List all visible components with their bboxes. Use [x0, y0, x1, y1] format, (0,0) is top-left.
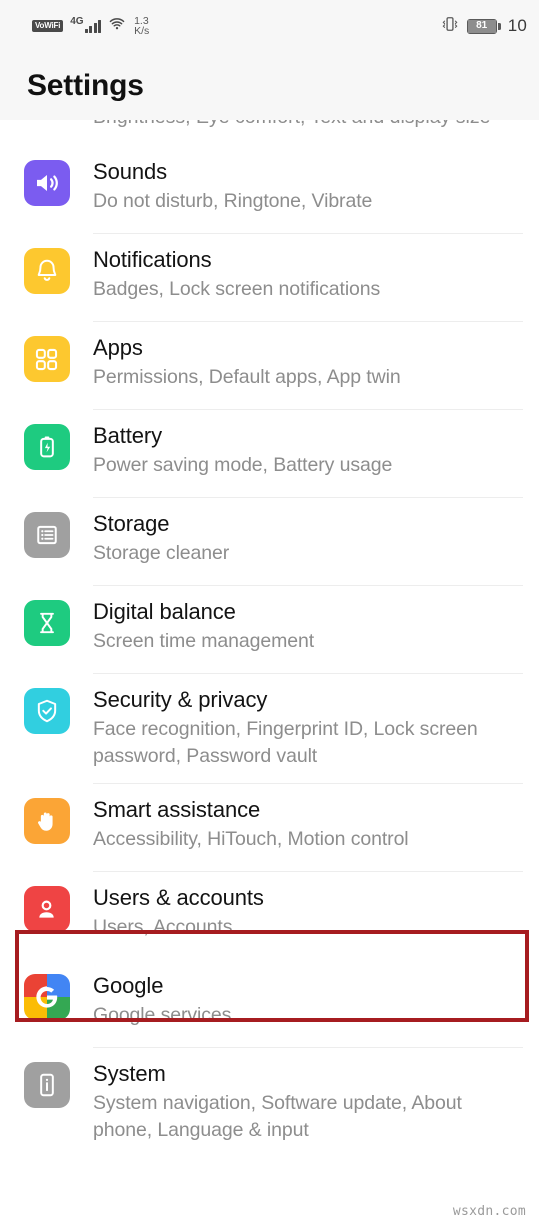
hand-icon [23, 798, 70, 844]
status-bar: VoWiFi 4G 1.3 K/s 81 10 [0, 0, 539, 52]
settings-item-display-clipped[interactable]: Brightness, Eye comfort, Text and displa… [0, 120, 539, 146]
settings-item-sounds-text: Sounds Do not disturb, Ringtone, Vibrate [93, 146, 523, 234]
settings-item-apps-text: Apps Permissions, Default apps, App twin [93, 322, 523, 410]
settings-item-google-text: Google Google services [93, 960, 523, 1048]
grid-icon [23, 336, 70, 382]
settings-item-notifications[interactable]: Notifications Badges, Lock screen notifi… [0, 234, 539, 322]
settings-item-digital-balance[interactable]: Digital balance Screen time management [0, 586, 539, 674]
network-type-label: 4G [70, 16, 84, 27]
settings-item-battery-text: Battery Power saving mode, Battery usage [93, 410, 523, 498]
settings-item-apps[interactable]: Apps Permissions, Default apps, App twin [0, 322, 539, 410]
settings-item-system-text: System System navigation, Software updat… [93, 1048, 523, 1157]
settings-item-system-title: System [93, 1061, 166, 1086]
speaker-icon [23, 160, 70, 206]
battery-indicator: 81 [466, 18, 501, 34]
settings-item-security-privacy-icon-cell [0, 674, 93, 734]
battery-body: 81 [466, 18, 497, 34]
settings-item-notifications-title: Notifications [93, 247, 212, 272]
settings-item-battery-title: Battery [93, 423, 162, 448]
settings-item-storage-subtitle: Storage cleaner [93, 542, 230, 564]
google-g-icon [23, 974, 70, 1020]
hourglass-icon [23, 600, 70, 646]
settings-item-sounds-title: Sounds [93, 159, 168, 184]
settings-item-apps-title: Apps [93, 335, 143, 360]
settings-item-sounds-subtitle: Do not disturb, Ringtone, Vibrate [93, 190, 373, 212]
settings-screen: VoWiFi 4G 1.3 K/s 81 10 Settings Sounds … [0, 0, 539, 1227]
page-header: Settings [0, 52, 539, 120]
settings-item-notifications-icon-cell [0, 234, 93, 294]
settings-item-apps-icon-cell [0, 322, 93, 382]
settings-item-security-privacy-title: Security & privacy [93, 687, 268, 712]
data-speed: 1.3 K/s [134, 16, 150, 37]
settings-item-battery[interactable]: Battery Power saving mode, Battery usage [0, 410, 539, 498]
status-bar-left: VoWiFi 4G 1.3 K/s [32, 16, 149, 36]
vowifi-badge: VoWiFi [32, 20, 64, 32]
settings-item-smart-assistance-title: Smart assistance [93, 797, 261, 822]
settings-item-security-privacy-subtitle: Face recognition, Fingerprint ID, Lock s… [93, 718, 478, 767]
settings-item-google-subtitle: Google services [93, 1004, 232, 1026]
clock: 10 [507, 16, 527, 35]
wifi-icon [108, 17, 126, 36]
settings-item-digital-balance-subtitle: Screen time management [93, 630, 315, 652]
settings-item-smart-assistance-icon-cell [0, 784, 93, 844]
settings-item-google-title: Google [93, 973, 164, 998]
settings-item-sounds-icon-cell [0, 146, 93, 206]
settings-item-smart-assistance-text: Smart assistance Accessibility, HiTouch,… [93, 784, 523, 872]
settings-item-sounds[interactable]: Sounds Do not disturb, Ringtone, Vibrate [0, 146, 539, 234]
status-bar-right: 81 10 [440, 15, 527, 38]
settings-item-storage-title: Storage [93, 511, 170, 536]
signal-bars-icon: 4G [70, 16, 102, 33]
settings-item-system-subtitle: System navigation, Software update, Abou… [93, 1092, 462, 1141]
person-icon [23, 886, 70, 932]
settings-item-storage-icon-cell [0, 498, 93, 558]
shield-check-icon [23, 688, 70, 734]
storage-list-icon [23, 512, 70, 558]
settings-item-digital-balance-title: Digital balance [93, 599, 236, 624]
settings-item-storage[interactable]: Storage Storage cleaner [0, 498, 539, 586]
watermark: wsxdn.com [452, 1204, 526, 1219]
settings-item-battery-icon-cell [0, 410, 93, 470]
settings-item-security-privacy-text: Security & privacy Face recognition, Fin… [93, 674, 523, 784]
settings-item-digital-balance-icon-cell [0, 586, 93, 646]
vibrate-icon [440, 15, 460, 38]
page-title: Settings [27, 69, 144, 102]
settings-item-google-icon-cell [0, 960, 93, 1020]
data-speed-unit: K/s [134, 25, 150, 37]
settings-item-battery-subtitle: Power saving mode, Battery usage [93, 454, 393, 476]
settings-item-google[interactable]: Google Google services [0, 960, 539, 1048]
battery-level-label: 81 [467, 19, 496, 33]
settings-list[interactable]: Brightness, Eye comfort, Text and displa… [0, 120, 539, 1227]
battery-cap [497, 22, 501, 30]
settings-item-apps-subtitle: Permissions, Default apps, App twin [93, 366, 401, 388]
settings-item-users-accounts-text: Users & accounts Users, Accounts [93, 872, 523, 960]
settings-item-users-accounts-subtitle: Users, Accounts [93, 916, 233, 938]
settings-item-users-accounts-title: Users & accounts [93, 885, 264, 910]
settings-item-smart-assistance-subtitle: Accessibility, HiTouch, Motion control [93, 828, 409, 850]
settings-item-notifications-text: Notifications Badges, Lock screen notifi… [93, 234, 523, 322]
phone-info-icon [23, 1062, 70, 1108]
settings-item-digital-balance-text: Digital balance Screen time management [93, 586, 523, 674]
settings-item-system-icon-cell [0, 1048, 93, 1108]
settings-item-smart-assistance[interactable]: Smart assistance Accessibility, HiTouch,… [0, 784, 539, 872]
settings-item-display-subtitle: Brightness, Eye comfort, Text and displa… [93, 120, 490, 129]
settings-item-storage-text: Storage Storage cleaner [93, 498, 523, 586]
battery-charging-icon [23, 424, 70, 470]
settings-item-system[interactable]: System System navigation, Software updat… [0, 1048, 539, 1157]
settings-item-users-accounts[interactable]: Users & accounts Users, Accounts [0, 872, 539, 960]
settings-item-security-privacy[interactable]: Security & privacy Face recognition, Fin… [0, 674, 539, 784]
settings-item-notifications-subtitle: Badges, Lock screen notifications [93, 278, 381, 300]
signal-bars-glyph [84, 19, 102, 33]
bell-icon [23, 248, 70, 294]
settings-item-users-accounts-icon-cell [0, 872, 93, 932]
